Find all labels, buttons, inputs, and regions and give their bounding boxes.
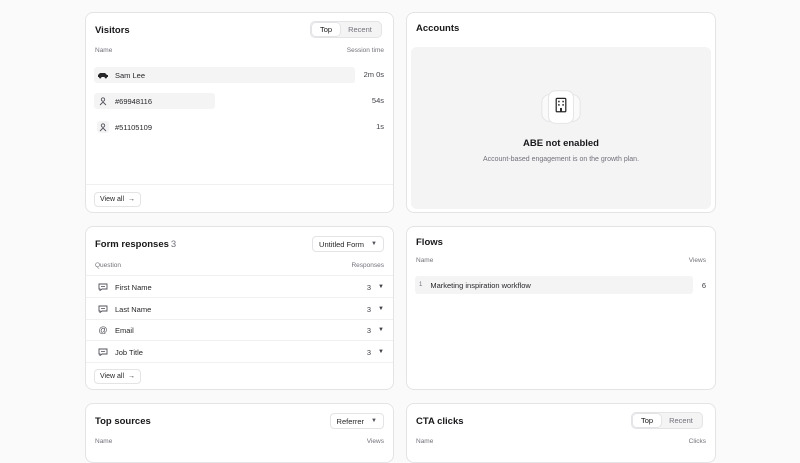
question-row[interactable]: @ Email [94, 322, 134, 338]
source-type-value: Referrer [336, 416, 365, 426]
building-icon [538, 89, 584, 125]
chat-icon [97, 281, 109, 293]
empty-state: ABE not enabled Account-based engagement… [411, 47, 711, 209]
col-name: Name [95, 47, 113, 54]
form-responses-title-text: Form responses [95, 239, 169, 250]
flow-views: 6 [701, 281, 706, 290]
empty-title: ABE not enabled [522, 138, 599, 149]
flows-title: Flows [416, 237, 443, 248]
question-label: Email [115, 325, 134, 335]
question-row[interactable]: Job Title [94, 344, 143, 360]
chat-icon [97, 303, 109, 315]
question-label: First Name [115, 282, 152, 292]
col-question: Question [95, 262, 122, 269]
visitor-session-time: 54s [371, 96, 384, 105]
question-count: 3 [366, 305, 371, 314]
chat-icon [97, 346, 109, 358]
accounts-card: Accounts ABE not enabled Account-based e… [406, 12, 716, 213]
visitors-tab-toggle: Top Recent [310, 21, 382, 38]
car-icon [97, 69, 109, 81]
col-views: Views [688, 257, 706, 264]
form-select-value: Untitled Form [319, 239, 365, 249]
question-count: 3 [366, 326, 371, 335]
divider [86, 275, 393, 276]
col-name: Name [416, 257, 434, 264]
visitors-card: Visitors Top Recent Name Session time Sa… [85, 12, 394, 213]
divider [86, 319, 393, 320]
empty-subtitle: Account-based engagement is on the growt… [482, 156, 640, 163]
divider [86, 340, 393, 341]
visitor-name: Sam Lee [115, 70, 146, 80]
top-sources-title: Top sources [95, 416, 151, 427]
chevron-down-icon[interactable]: ▼ [378, 306, 384, 312]
flow-name: Marketing inspiration workflow [430, 280, 531, 290]
chevron-down-icon[interactable]: ▼ [378, 284, 384, 290]
visitor-session-time: 2m 0s [363, 70, 384, 79]
tab-recent[interactable]: Recent [340, 23, 380, 36]
col-clicks: Clicks [688, 438, 706, 445]
col-name: Name [416, 438, 434, 445]
form-select[interactable]: Untitled Form ▼ [312, 236, 384, 252]
arrow-right-icon: → [128, 373, 135, 380]
chevron-down-icon: ▼ [371, 418, 377, 424]
top-sources-card: Top sources Referrer ▼ Name Views [85, 403, 394, 463]
question-label: Last Name [115, 304, 152, 314]
col-responses: Responses [351, 262, 384, 269]
view-all-label: View all [100, 373, 124, 380]
question-row[interactable]: Last Name [94, 301, 151, 317]
col-name: Name [95, 438, 113, 445]
form-responses-title: Form responses 3 [95, 239, 176, 250]
cta-clicks-title: CTA clicks [416, 416, 464, 427]
cta-tab-toggle: Top Recent [631, 412, 703, 429]
visitor-row[interactable]: #69948116 [94, 93, 152, 109]
tab-top[interactable]: Top [633, 414, 662, 427]
person-icon [97, 95, 109, 107]
form-responses-count: 3 [170, 239, 177, 250]
accounts-title: Accounts [416, 23, 460, 34]
chevron-down-icon[interactable]: ▼ [378, 327, 384, 333]
person-icon [97, 121, 109, 133]
visitor-session-time: 1s [376, 122, 384, 131]
cta-clicks-card: CTA clicks Top Recent Name Clicks [406, 403, 716, 463]
form-responses-card: Form responses 3 Untitled Form ▼ Question … [85, 226, 394, 390]
col-views: Views [366, 438, 384, 445]
divider [86, 362, 393, 363]
divider [86, 297, 393, 298]
view-all-button[interactable]: View all → [94, 192, 141, 207]
flow-rank: 1 [419, 282, 423, 288]
visitor-row[interactable]: Sam Lee [94, 67, 145, 83]
flow-row[interactable]: 1 Marketing inspiration workflow [415, 277, 531, 293]
question-count: 3 [366, 283, 371, 292]
visitor-row[interactable]: #51105109 [94, 119, 152, 135]
visitor-name: #51105109 [115, 122, 152, 132]
divider [86, 184, 393, 185]
tab-recent[interactable]: Recent [661, 414, 701, 427]
tab-top[interactable]: Top [312, 23, 341, 36]
flows-card: Flows Name Views 1 Marketing inspiration… [406, 226, 716, 390]
visitor-name: #69948116 [115, 96, 152, 106]
chevron-down-icon: ▼ [371, 241, 377, 247]
arrow-right-icon: → [128, 196, 135, 203]
col-session-time: Session time [346, 47, 384, 54]
visitors-title: Visitors [95, 25, 130, 36]
question-row[interactable]: First Name [94, 279, 152, 295]
question-label: Job Title [115, 347, 143, 357]
view-all-label: View all [100, 196, 124, 203]
at-icon: @ [98, 325, 108, 335]
source-type-select[interactable]: Referrer ▼ [329, 413, 384, 429]
question-count: 3 [366, 348, 371, 357]
chevron-down-icon[interactable]: ▼ [378, 349, 384, 355]
view-all-button[interactable]: View all → [94, 369, 141, 384]
